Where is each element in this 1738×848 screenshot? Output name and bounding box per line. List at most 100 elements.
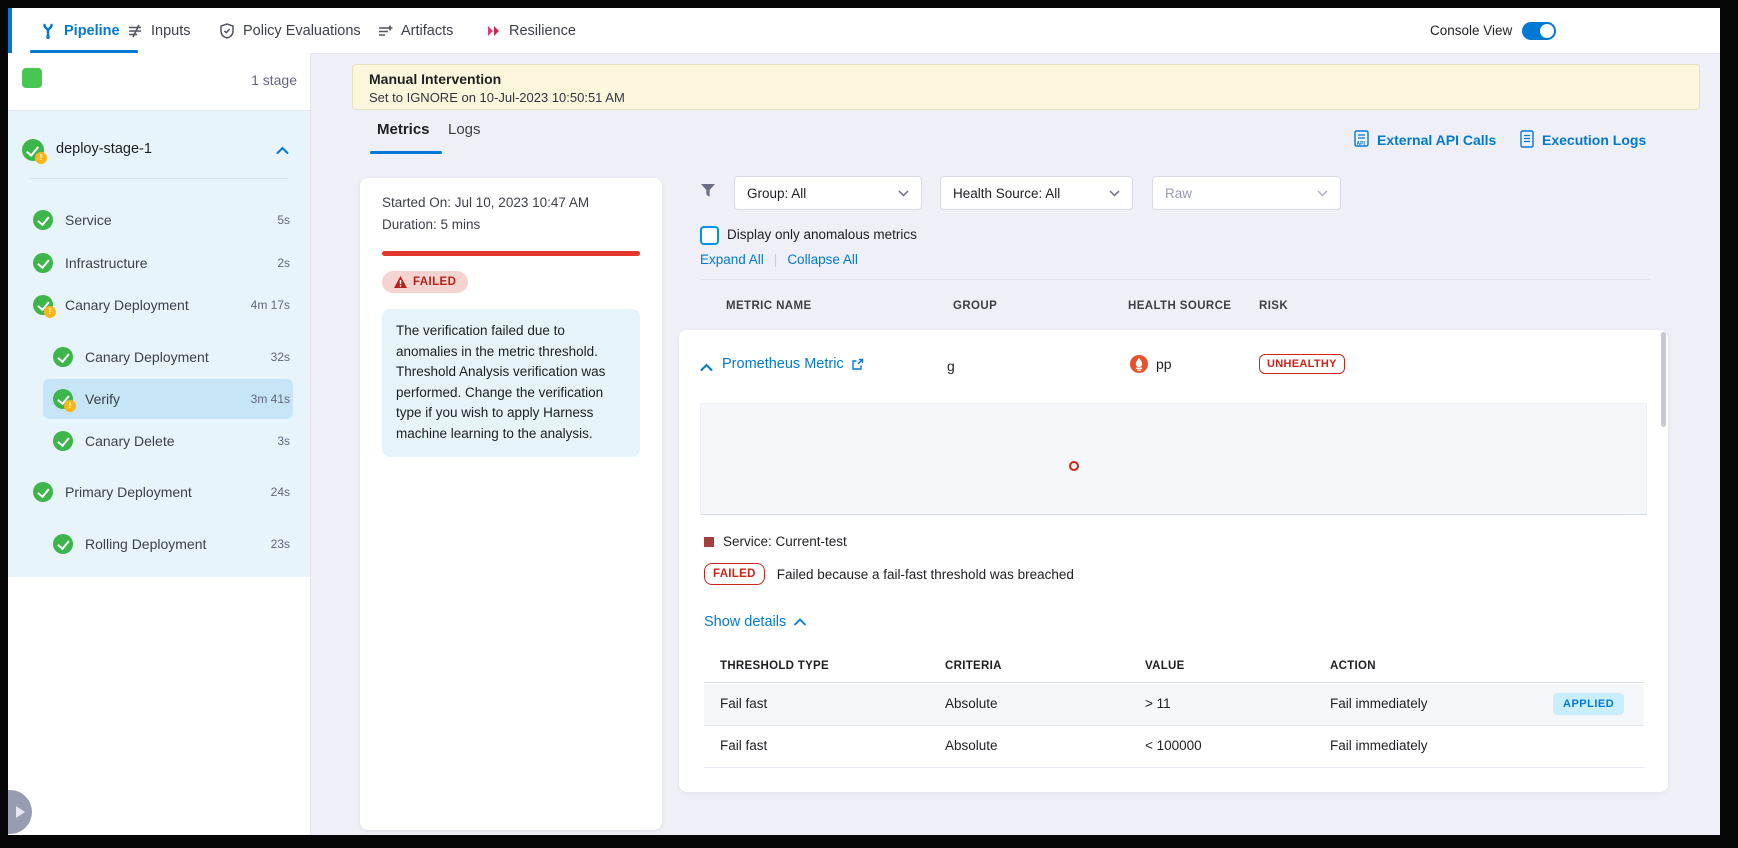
console-view-toggle[interactable] [1522,22,1556,40]
collapse-row-chevron-up-icon[interactable] [700,363,713,372]
step-service[interactable]: Service 5s [33,200,290,240]
step-label: Infrastructure [65,255,147,271]
collapse-all-link[interactable]: Collapse All [787,252,858,267]
tab-artifacts[interactable]: Artifacts [377,8,453,53]
step-verify-selected[interactable]: Verify 3m 41s [53,379,290,419]
threshold-row: Fail fast Absolute < 100000 Fail immedia… [704,726,1644,768]
tab-resilience[interactable]: Resilience [485,8,576,53]
metrics-tab-underline [370,151,442,154]
tab-pipeline[interactable]: Pipeline [40,8,120,53]
divider: | [774,252,778,267]
threshold-criteria: Absolute [945,696,998,711]
chevron-down-icon [1317,190,1328,197]
document-icon [1520,130,1535,149]
chevron-down-icon [1109,190,1120,197]
stage-status-square [22,68,42,88]
col-risk: RISK [1259,300,1288,312]
prometheus-icon [1130,355,1148,373]
metric-chart [700,403,1647,515]
step-duration: 4m 17s [251,298,290,312]
screen: Pipeline Inputs Policy Evaluations Artif… [0,0,1738,848]
divider [700,279,1650,280]
expand-all-link[interactable]: Expand All [700,252,764,267]
failed-status-label: FAILED [413,276,456,288]
external-link-icon [851,358,864,371]
tab-inputs[interactable]: Inputs [127,8,191,53]
step-label: Canary Delete [85,433,175,449]
show-details-label: Show details [704,614,786,630]
col-action: ACTION [1330,660,1376,672]
failure-reason-message: Failed because a fail-fast threshold was… [777,567,1074,582]
risk-badge-unhealthy: UNHEALTHY [1259,354,1345,374]
col-group: GROUP [953,300,997,312]
execution-logs-label: Execution Logs [1542,132,1646,148]
step-duration: 23s [271,537,290,551]
anomalous-data-point[interactable] [1069,461,1079,471]
tab-metrics[interactable]: Metrics [377,121,430,138]
step-duration: 3s [277,434,290,448]
success-icon [33,210,53,230]
group-filter-dropdown[interactable]: Group: All [734,176,922,210]
inputs-icon [127,23,143,39]
threshold-action: Fail immediately [1330,738,1428,753]
metric-name-label: Prometheus Metric [722,356,844,372]
verification-summary-card: Started On: Jul 10, 2023 10:47 AM Durati… [360,178,662,830]
tab-logs[interactable]: Logs [448,121,481,138]
step-canary-delete[interactable]: Canary Delete 3s [53,421,290,461]
step-duration: 32s [271,350,290,364]
success-icon [33,482,53,502]
success-warning-icon [53,389,73,409]
execution-logs-link[interactable]: Execution Logs [1520,130,1646,149]
shield-check-icon [219,23,235,39]
col-health-source: HEALTH SOURCE [1128,300,1231,312]
col-criteria: CRITERIA [945,660,1002,672]
success-icon [53,534,73,554]
threshold-type: Fail fast [720,738,767,753]
chevron-down-icon [898,190,909,197]
metric-name-link[interactable]: Prometheus Metric [722,356,864,372]
step-duration: 3m 41s [251,392,290,406]
col-metric-name: METRIC NAME [726,300,812,312]
execution-sidebar: 1 stage deploy-stage-1 Service 5s Infras… [8,53,311,835]
svg-text:API: API [1357,141,1366,147]
failed-progress-bar [382,251,640,256]
stage-count: 1 stage [158,72,297,88]
step-infrastructure[interactable]: Infrastructure 2s [33,243,290,283]
api-document-icon: API [1354,130,1370,149]
metric-group-value: g [947,358,955,374]
metric-row-card: Prometheus Metric g pp UNHEALTHY Service… [679,330,1668,792]
step-label: Verify [85,391,120,407]
tab-artifacts-label: Artifacts [401,23,453,39]
scrollbar-thumb[interactable] [1661,332,1666,427]
legend-label: Service: Current-test [723,534,847,549]
metric-view-dropdown[interactable]: Raw [1152,176,1341,210]
manual-intervention-banner: Manual Intervention Set to IGNORE on 10-… [352,64,1700,110]
chevron-up-icon[interactable] [276,146,289,155]
failure-reason-row: FAILED Failed because a fail-fast thresh… [704,563,1074,585]
anomalous-metrics-checkbox[interactable] [700,226,719,245]
health-source-value: pp [1156,356,1172,372]
step-canary-deployment[interactable]: Canary Deployment 32s [53,337,290,377]
step-rolling-deployment[interactable]: Rolling Deployment 23s [53,524,290,564]
health-source-filter-dropdown[interactable]: Health Source: All [940,176,1133,210]
col-threshold-type: THRESHOLD TYPE [720,660,829,672]
artifacts-icon [377,23,393,39]
sidebar-collapse-button[interactable] [8,790,32,834]
external-api-calls-link[interactable]: API External API Calls [1354,130,1496,149]
stage-deploy-stage-1[interactable]: deploy-stage-1 [8,130,310,170]
show-details-link[interactable]: Show details [704,614,806,630]
step-canary-deployment-group[interactable]: Canary Deployment 4m 17s [33,285,290,325]
step-primary-deployment[interactable]: Primary Deployment 24s [33,472,290,512]
chart-legend: Service: Current-test [704,534,847,549]
step-duration: 5s [277,213,290,227]
pipeline-icon [40,23,56,39]
verification-message: The verification failed due to anomalies… [396,321,626,444]
duration: Duration: 5 mins [382,217,480,232]
health-source-cell: pp [1130,355,1172,373]
warning-triangle-icon [394,276,407,288]
group-filter-value: Group: All [747,186,806,201]
divider [30,178,288,179]
divider [704,682,1644,683]
expand-collapse-links: Expand All | Collapse All [700,252,858,267]
tab-policy-evaluations[interactable]: Policy Evaluations [219,8,361,53]
